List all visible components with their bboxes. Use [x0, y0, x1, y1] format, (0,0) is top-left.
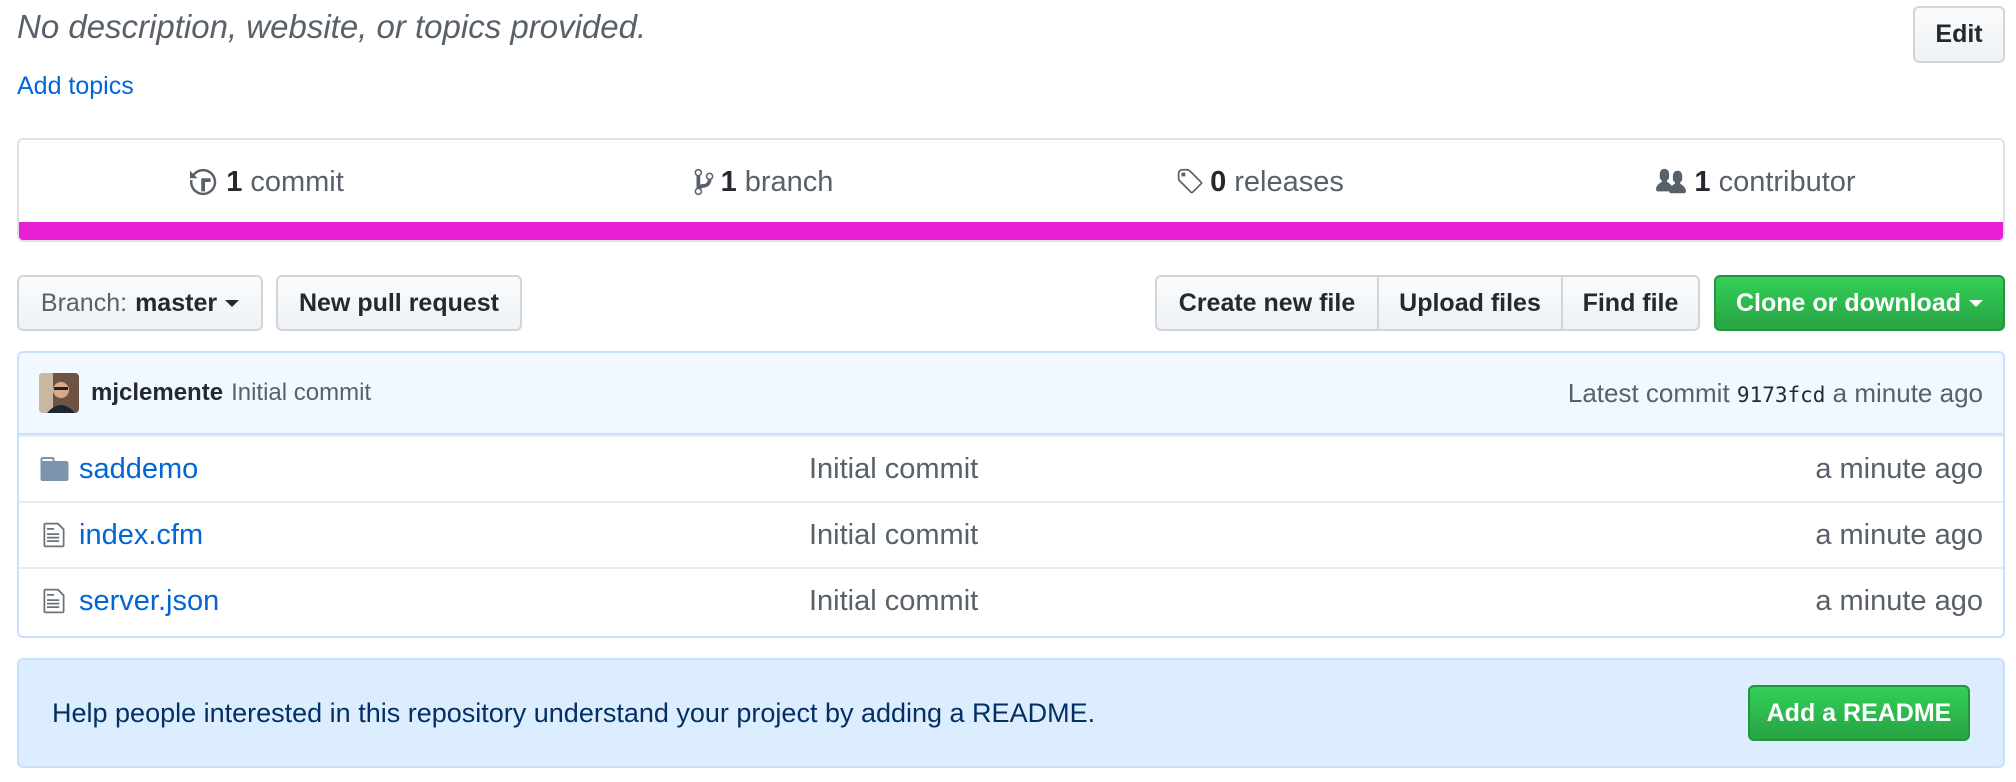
- readme-prompt-text: Help people interested in this repositor…: [52, 697, 1096, 728]
- file-row-saddemo: saddemo Initial commit a minute ago: [19, 435, 2003, 501]
- avatar[interactable]: [39, 373, 79, 413]
- contributors-count: 1: [1694, 165, 1711, 198]
- caret-down-icon: [1969, 299, 1983, 307]
- file-icon: [39, 521, 69, 549]
- releases-count: 0: [1210, 165, 1227, 198]
- branch-prefix: Branch:: [40, 288, 128, 317]
- create-new-file-button[interactable]: Create new file: [1155, 275, 1379, 331]
- file-list: mjclemente Initial commit Latest commit …: [17, 351, 2005, 638]
- add-readme-button[interactable]: Add a README: [1748, 685, 1970, 741]
- branch-name: master: [135, 288, 218, 317]
- file-age: a minute ago: [1815, 452, 1983, 485]
- file-name[interactable]: saddemo: [79, 453, 809, 486]
- commit-message[interactable]: Initial commit: [231, 379, 371, 407]
- contributors-label: contributor: [1718, 165, 1856, 198]
- branches-summary[interactable]: 1 branch: [515, 140, 1011, 224]
- file-icon: [39, 587, 69, 615]
- numbers-summary: 1 commit 1 branch 0 releases 1 contribut…: [17, 138, 2005, 242]
- commits-label: commit: [250, 165, 344, 198]
- file-row-index-cfm: index.cfm Initial commit a minute ago: [19, 501, 2003, 567]
- git-branch-icon: [694, 168, 713, 196]
- organization-icon: [1656, 168, 1687, 194]
- commit-author[interactable]: mjclemente: [91, 379, 223, 407]
- file-commit-message[interactable]: Initial commit: [809, 453, 978, 486]
- file-commit-message[interactable]: Initial commit: [809, 585, 978, 618]
- commit-age: a minute ago: [1832, 377, 1983, 408]
- branches-count: 1: [720, 165, 737, 198]
- latest-commit-bar: mjclemente Initial commit Latest commit …: [19, 353, 2003, 435]
- commits-summary[interactable]: 1 commit: [19, 140, 515, 224]
- history-icon: [190, 168, 217, 196]
- upload-files-button[interactable]: Upload files: [1377, 275, 1563, 331]
- file-row-server-json: server.json Initial commit a minute ago: [19, 567, 2003, 633]
- contributors-summary[interactable]: 1 contributor: [1507, 140, 2003, 224]
- find-file-button[interactable]: Find file: [1561, 275, 1700, 331]
- readme-prompt: Help people interested in this repositor…: [17, 658, 2005, 768]
- latest-commit-info: Latest commit 9173fcd a minute ago: [1568, 378, 1983, 409]
- tag-icon: [1177, 168, 1203, 194]
- releases-summary[interactable]: 0 releases: [1011, 140, 1507, 224]
- branches-label: branch: [744, 165, 834, 198]
- file-age: a minute ago: [1815, 518, 1983, 551]
- caret-down-icon: [225, 299, 240, 307]
- commits-count: 1: [226, 165, 243, 198]
- new-pull-request-button[interactable]: New pull request: [276, 275, 522, 331]
- file-name[interactable]: index.cfm: [79, 519, 809, 552]
- repository-page: No description, website, or topics provi…: [0, 0, 2016, 782]
- language-bar[interactable]: [19, 222, 2003, 240]
- add-topics-link[interactable]: Add topics: [17, 72, 134, 101]
- file-name[interactable]: server.json: [79, 585, 809, 618]
- clone-or-download-button[interactable]: Clone or download: [1714, 275, 2005, 331]
- edit-button[interactable]: Edit: [1913, 6, 2005, 63]
- branch-select-button[interactable]: Branch: master: [17, 275, 263, 331]
- repo-description: No description, website, or topics provi…: [17, 8, 647, 45]
- commit-sha[interactable]: 9173fcd: [1737, 383, 1826, 407]
- file-age: a minute ago: [1815, 584, 1983, 617]
- folder-icon: [39, 457, 69, 481]
- file-actions-group: Create new file Upload files Find file: [1155, 275, 1700, 331]
- clone-label: Clone or download: [1736, 288, 1961, 317]
- latest-commit-prefix: Latest commit: [1567, 377, 1730, 408]
- file-commit-message[interactable]: Initial commit: [809, 519, 978, 552]
- releases-label: releases: [1234, 165, 1344, 198]
